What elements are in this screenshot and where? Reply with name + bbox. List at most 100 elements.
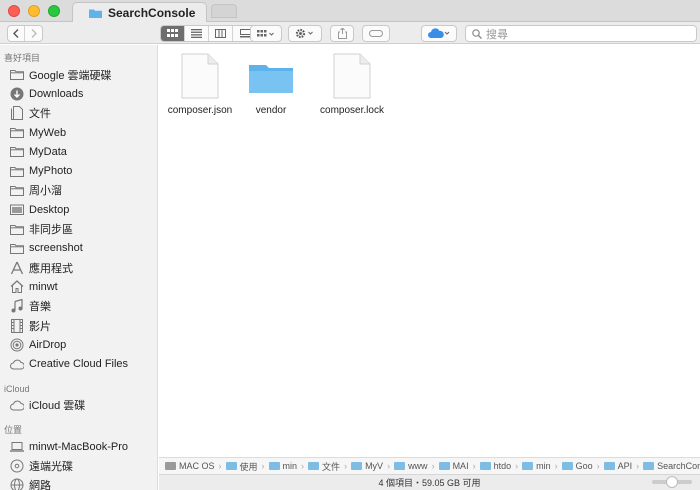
- new-tab-button[interactable]: [211, 4, 237, 18]
- sidebar-item[interactable]: Creative Cloud Files: [0, 354, 157, 373]
- documents-icon: [10, 106, 24, 121]
- sidebar-item-label: 應用程式: [29, 262, 73, 275]
- file-name: composer.json: [167, 105, 233, 116]
- path-crumb[interactable]: min: [522, 461, 551, 471]
- column-view-button[interactable]: [209, 26, 233, 41]
- folder-icon: [351, 462, 363, 470]
- slider-knob[interactable]: [666, 476, 678, 488]
- chevron-right-icon: ›: [261, 461, 265, 471]
- sidebar-item[interactable]: 周小溜: [0, 181, 157, 200]
- sidebar-item[interactable]: 網路: [0, 476, 157, 490]
- sidebar-item[interactable]: minwt-MacBook-Pro: [0, 437, 157, 456]
- sidebar-item[interactable]: Downloads: [0, 84, 157, 103]
- sidebar-item-label: 影片: [29, 320, 51, 333]
- tab-searchconsole[interactable]: SearchConsole: [72, 2, 207, 23]
- zoom-button[interactable]: [48, 5, 60, 17]
- file-area[interactable]: composer.json vendor composer.lock: [159, 45, 700, 457]
- sidebar-item[interactable]: iCloud 雲碟: [0, 396, 157, 415]
- sidebar-item-label: 非同步區: [29, 224, 73, 237]
- view-mode-control: [160, 25, 258, 42]
- sidebar-item[interactable]: AirDrop: [0, 335, 157, 354]
- title-bar: SearchConsole: [0, 0, 700, 23]
- chevron-right-icon: ›: [301, 461, 305, 471]
- sidebar-item[interactable]: MyPhoto: [0, 161, 157, 180]
- chevron-right-icon: ›: [344, 461, 348, 471]
- sidebar-item[interactable]: 影片: [0, 316, 157, 335]
- share-icon: [337, 28, 347, 39]
- path-crumb[interactable]: MAC OS: [165, 461, 215, 471]
- file-item[interactable]: composer.lock: [312, 53, 392, 116]
- action-button[interactable]: [288, 25, 322, 42]
- sidebar-item[interactable]: Desktop: [0, 200, 157, 219]
- share-button[interactable]: [330, 25, 354, 42]
- icon-size-slider[interactable]: [652, 476, 692, 488]
- sidebar-item[interactable]: MyWeb: [0, 123, 157, 142]
- movies-icon: [10, 318, 24, 333]
- sidebar: 喜好項目 Google 雲端硬碟 Downloads 文件 MyWeb MyData My…: [0, 45, 158, 490]
- folder-icon: [10, 145, 24, 159]
- folder-icon: [10, 183, 24, 197]
- sidebar-item[interactable]: 遠端光碟: [0, 456, 157, 475]
- path-crumb[interactable]: www: [394, 461, 428, 471]
- folder-icon: [10, 126, 24, 140]
- nav-buttons: [7, 25, 43, 42]
- path-crumb[interactable]: Goo: [561, 461, 593, 471]
- tags-button[interactable]: [362, 25, 390, 42]
- path-crumb[interactable]: htdo: [479, 461, 511, 471]
- downloads-icon: [10, 87, 24, 101]
- path-crumb-label: min: [282, 461, 298, 471]
- sidebar-item[interactable]: 音樂: [0, 297, 157, 316]
- minimize-button[interactable]: [28, 5, 40, 17]
- path-crumb[interactable]: API: [603, 461, 633, 471]
- grid-icon: [167, 29, 178, 37]
- status-text: 4 個項目・59.05 GB 可用: [378, 478, 481, 488]
- icloud-button[interactable]: [421, 25, 457, 42]
- path-bar: MAC OS › 使用 › min › 文件 › MyV › www › MAI › htdo › min › Go…: [159, 457, 700, 474]
- path-crumb[interactable]: 使用: [225, 460, 258, 473]
- folder-icon: [10, 222, 24, 236]
- folder-icon: [10, 164, 24, 178]
- path-crumb-label: API: [617, 461, 633, 471]
- sidebar-item[interactable]: 應用程式: [0, 258, 157, 277]
- path-crumb-label: SearchConsole: [657, 461, 700, 471]
- sidebar-item-label: 網路: [29, 480, 51, 490]
- sidebar-item[interactable]: Google 雲端硬碟: [0, 65, 157, 84]
- path-crumb[interactable]: MyV: [351, 461, 383, 471]
- folder-icon: [603, 462, 615, 470]
- forward-button[interactable]: [25, 26, 42, 41]
- file-name: vendor: [255, 105, 287, 116]
- path-crumb[interactable]: min: [268, 461, 298, 471]
- search-field[interactable]: 搜尋: [465, 25, 697, 42]
- close-button[interactable]: [8, 5, 20, 17]
- home-icon: [10, 280, 24, 294]
- list-view-button[interactable]: [185, 26, 209, 41]
- locations-list: minwt-MacBook-Pro 遠端光碟網路: [0, 437, 157, 490]
- folder-icon: [249, 65, 293, 93]
- applications-icon: [10, 261, 24, 275]
- sidebar-item-label: 音樂: [29, 301, 51, 314]
- sidebar-item-label: MyData: [29, 145, 67, 158]
- path-crumb[interactable]: SearchConsole: [643, 461, 700, 471]
- sidebar-item[interactable]: 非同步區: [0, 219, 157, 238]
- sidebar-item[interactable]: minwt: [0, 277, 157, 296]
- network-icon: [10, 478, 24, 490]
- path-crumb[interactable]: MAI: [438, 461, 469, 471]
- file-item[interactable]: vendor: [231, 53, 311, 116]
- desktop-icon: [10, 203, 24, 217]
- path-crumb[interactable]: 文件: [308, 460, 340, 473]
- sidebar-item-label: minwt: [29, 280, 58, 293]
- sidebar-item-label: 文件: [29, 108, 51, 121]
- sidebar-item[interactable]: 文件: [0, 104, 157, 123]
- folder-icon: [438, 462, 450, 470]
- icon-view-button[interactable]: [161, 26, 185, 41]
- file-item[interactable]: composer.json: [160, 53, 240, 116]
- status-bar: 4 個項目・59.05 GB 可用: [159, 474, 700, 490]
- sidebar-item[interactable]: MyData: [0, 142, 157, 161]
- path-crumb-label: min: [536, 461, 551, 471]
- sidebar-item[interactable]: screenshot: [0, 239, 157, 258]
- group-button[interactable]: [250, 25, 282, 42]
- back-button[interactable]: [8, 26, 25, 41]
- locations-header: 位置: [4, 425, 23, 436]
- folder-icon: [225, 462, 237, 470]
- chevron-right-icon: ›: [636, 461, 640, 471]
